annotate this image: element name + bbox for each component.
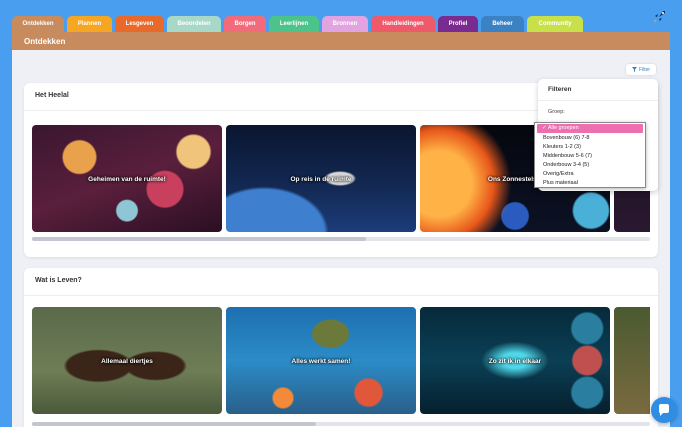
tab-ontdekken[interactable]: Ontdekken — [12, 16, 64, 32]
tab-beheer[interactable]: Beheer — [481, 16, 524, 32]
tab-community[interactable]: Community — [527, 16, 583, 32]
scrollbar-thumb[interactable] — [32, 237, 366, 241]
group-option[interactable]: ✓ Alle groepen — [537, 124, 643, 133]
filter-button[interactable]: Filter — [626, 64, 656, 75]
chat-bubble-icon — [659, 404, 669, 416]
tab-profiel[interactable]: Profiel — [438, 16, 478, 32]
filter-button-label: Filter — [638, 66, 651, 73]
scrollbar-thumb[interactable] — [32, 422, 317, 426]
option-label: Alle groepen — [547, 125, 579, 131]
divider — [24, 295, 658, 296]
tab-label: Profiel — [448, 21, 468, 27]
tab-label: Community — [538, 21, 572, 27]
tab-label: Lesgeven — [125, 21, 154, 27]
tab-label: Bronnen — [332, 21, 358, 27]
group-option[interactable]: Middenbouw 5-6 (7) — [535, 152, 645, 161]
card-next-partial[interactable] — [614, 307, 650, 414]
page-title: Ontdekken — [24, 36, 66, 46]
rocket-icon[interactable] — [652, 8, 668, 24]
tab-label: Borgen — [234, 21, 256, 27]
funnel-icon — [631, 67, 637, 72]
tab-label: Leerlijnen — [279, 21, 309, 27]
card-label: Allemaal diertjes — [101, 358, 153, 366]
carousel-scrollbar[interactable] — [32, 422, 650, 426]
divider — [538, 100, 658, 101]
tab-bronnen[interactable]: Bronnen — [322, 16, 368, 32]
card-alles-werkt-samen[interactable]: Alles werkt samen! — [226, 307, 416, 414]
tab-label: Beheer — [492, 21, 513, 27]
tab-label: Plannen — [77, 21, 102, 27]
tab-borgen[interactable]: Borgen — [224, 16, 266, 32]
group-select-dropdown[interactable]: ✓ Alle groepen Bovenbouw (6) 7-8 Kleuter… — [534, 122, 646, 188]
group-option[interactable]: Onderbouw 3-4 (5) — [535, 161, 645, 170]
card-geheimen-van-de-ruimte[interactable]: Geheimen van de ruimte! — [32, 125, 222, 232]
chat-button[interactable] — [651, 397, 677, 423]
card-op-reis-in-de-ruimte[interactable]: Op reis in de ruimte — [226, 125, 416, 232]
card-carousel: Allemaal diertjes Alles werkt samen! Zo … — [32, 307, 650, 415]
tab-plannen[interactable]: Plannen — [67, 16, 112, 32]
card-label: Op reis in de ruimte — [290, 176, 352, 184]
card-zo-zit-ik-in-elkaar[interactable]: Zo zit ik in elkaar — [420, 307, 610, 414]
tab-label: Handleidingen — [382, 21, 424, 27]
card-label: Alles werkt samen! — [291, 358, 351, 366]
card-label: Zo zit ik in elkaar — [488, 358, 542, 366]
group-option[interactable]: Bovenbouw (6) 7-8 — [535, 134, 645, 143]
section-title: Het Heelal — [35, 92, 69, 99]
carousel-scrollbar[interactable] — [32, 237, 650, 241]
group-label: Groep: — [548, 109, 565, 115]
card-label: Geheimen van de ruimte! — [88, 176, 166, 184]
group-option[interactable]: Plus materiaal — [535, 179, 645, 188]
page-header: Ontdekken — [12, 32, 670, 50]
section-title: Wat is Leven? — [35, 277, 82, 284]
tab-handleidingen[interactable]: Handleidingen — [371, 16, 435, 32]
tab-label: Beoordelen — [177, 21, 211, 27]
main-content: Filter Het Heelal Geheimen van de ruimte… — [12, 50, 670, 427]
tab-label: Ontdekken — [22, 21, 54, 27]
group-option[interactable]: Kleuters 1-2 (3) — [535, 143, 645, 152]
tab-beoordelen[interactable]: Beoordelen — [167, 16, 221, 32]
main-tabs: Ontdekken Plannen Lesgeven Beoordelen Bo… — [12, 16, 583, 32]
group-option[interactable]: Overig/Extra — [535, 170, 645, 179]
filter-panel-title: Filteren — [548, 86, 572, 93]
tab-leerlijnen[interactable]: Leerlijnen — [269, 16, 319, 32]
section-wat-is-leven: Wat is Leven? Allemaal diertjes Alles we… — [24, 268, 658, 427]
tab-lesgeven[interactable]: Lesgeven — [115, 16, 164, 32]
card-allemaal-diertjes[interactable]: Allemaal diertjes — [32, 307, 222, 414]
